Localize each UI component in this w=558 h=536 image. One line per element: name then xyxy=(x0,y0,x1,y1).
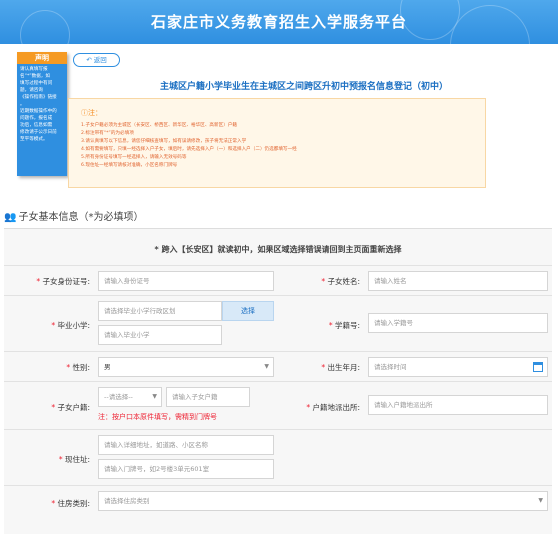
site-title: 石家庄市义务教育招生入学服务平台 xyxy=(150,13,407,31)
hukou-label: * 子女户籍: xyxy=(51,403,90,412)
notice-line: 请认真填写报 xyxy=(20,67,48,72)
child-name-input[interactable]: 请输入姓名 xyxy=(368,271,548,291)
tip-item: 1.子女户籍必须为主城区（长安区、桥西区、新华区、裕华区、高新区）户籍 xyxy=(81,123,237,128)
birth-label: * 出生年月: xyxy=(321,363,360,372)
housing-label: * 住房类别: xyxy=(51,499,90,508)
address-label: * 现住址: xyxy=(58,455,90,464)
school-select-button[interactable]: 选择 xyxy=(222,301,274,321)
hukou-warning: 注：按户口本原件填写，需精到门牌号 xyxy=(98,413,217,421)
student-no-label: * 学籍号: xyxy=(328,321,360,330)
form-row: * 现住址: 请输入详细地址，如道路、小区名称 请输入门牌号，如2号楼3单元60… xyxy=(4,429,552,485)
police-station-label: * 户籍地派出所: xyxy=(306,403,360,412)
calendar-icon[interactable] xyxy=(533,362,543,372)
notice-line: 《操作指南》链接 xyxy=(20,95,57,100)
gender-select[interactable]: 男 ▼ xyxy=(98,357,274,377)
notice-line: 问题作，报名成 xyxy=(20,116,53,121)
back-button-label: 返回 xyxy=(93,56,107,64)
form-row: * 子女户籍: --请选择-- ▼ 请输入子女户籍 注：按户口本原件填写，需精到门… xyxy=(4,381,552,429)
student-no-input[interactable]: 请输入学籍号 xyxy=(368,313,548,333)
form-row: * 子女身份证号: 请输入身份证号 * 子女姓名: 请输入姓名 xyxy=(4,265,552,295)
notice-line: 填写过程中有问 xyxy=(20,81,53,86)
tips-list: 1.子女户籍必须为主城区（长安区、桥西区、新华区、裕华区、高新区）户籍 2.标注带… xyxy=(81,122,297,170)
back-arrow-icon: ↶ xyxy=(86,56,94,64)
notice-line: 修改请于公示日前 xyxy=(20,130,57,135)
tip-item: 4.如有需要填写，只填一经选择入户子女，填后时，请先选择入户（一）和选择入户（二… xyxy=(81,147,297,152)
form-row: * 性别: 男 ▼ * 出生年月: 请选择时间 xyxy=(4,351,552,381)
section-title: 👥 子女基本信息（*为必填项） xyxy=(4,212,144,223)
tip-item: 5.所有身份证号填写一经选择入，请输入无效号码等 xyxy=(81,155,187,160)
district-notice: * 跨入【长安区】就读初中，如果区域选择错误请回到主页面重新选择 xyxy=(154,245,402,254)
notice-line: 近期数据操作中的 xyxy=(20,109,57,114)
form-row: * 毕业小学: 请选择毕业小学行政区划 选择 请输入毕业小学 * 学籍号: 请输… xyxy=(4,295,552,351)
address-input[interactable]: 请输入详细地址，如道路、小区名称 xyxy=(98,435,274,455)
police-station-input[interactable]: 请输入户籍地派出所 xyxy=(368,395,548,415)
user-group-icon: 👥 xyxy=(4,212,17,223)
notice-body: 请认真填写报 名“*”数据，如 填写过程中有问 题，请咨询《操作指南》链接。近期数据操… xyxy=(17,64,67,145)
header-banner: 石家庄市义务教育招生入学服务平台 xyxy=(0,0,558,85)
notice-panel: 声明 请认真填写报 名“*”数据，如 填写过程中有问 题，请咨询《操作指南》链接。近期… xyxy=(17,52,67,176)
chevron-down-icon: ▼ xyxy=(264,363,269,370)
tips-box: ⓘ注： 1.子女户籍必须为主城区（长安区、桥西区、新华区、裕华区、高新区）户籍 2… xyxy=(68,98,486,188)
child-name-label: * 子女姓名: xyxy=(321,277,360,286)
gender-label: * 性别: xyxy=(66,363,90,372)
tip-item: 6.现住址一经填写请核对准确，小区名称门牌号 xyxy=(81,163,178,168)
notice-line: 功后，信息如需 xyxy=(20,123,53,128)
notice-line: 题，请咨询 xyxy=(20,88,43,93)
form-title: 主城区户籍小学毕业生在主城区之间跨区升初中预报名信息登记（初中） xyxy=(159,82,448,92)
id-number-label: * 子女身份证号: xyxy=(36,277,90,286)
hukou-province-select[interactable]: --请选择-- ▼ xyxy=(98,387,162,407)
birth-date-input[interactable]: 请选择时间 xyxy=(368,357,548,377)
tip-item: 3.请认真填写以下信息，请您仔细核查填写，如有误请修改，孩子将无法正常入学 xyxy=(81,139,247,144)
form-row: * 住房类别: 请选择住房类别 ▼ xyxy=(4,485,552,519)
hukou-input[interactable]: 请输入子女户籍 xyxy=(166,387,250,407)
school-name-input[interactable]: 请输入毕业小学 xyxy=(98,325,222,345)
notice-heading: 声明 xyxy=(17,52,67,64)
back-button[interactable]: ↶ 返回 xyxy=(73,53,120,67)
primary-school-label: * 毕业小学: xyxy=(51,321,90,330)
chevron-down-icon: ▼ xyxy=(538,497,543,504)
notice-line: 名“*”数据，如 xyxy=(20,74,51,79)
student-info-form: * 跨入【长安区】就读初中，如果区域选择错误请回到主页面重新选择 * 子女身份证… xyxy=(4,228,552,534)
info-icon: ⓘ xyxy=(81,109,88,117)
notice-line: 至平等模式。 xyxy=(20,137,48,142)
school-district-input[interactable]: 请选择毕业小学行政区划 xyxy=(98,301,222,321)
house-number-input[interactable]: 请输入门牌号，如2号楼3单元601室 xyxy=(98,459,274,479)
tips-heading: ⓘ注： xyxy=(81,109,102,117)
tip-item: 2.标注带有“*”的为必填项 xyxy=(81,131,134,136)
chevron-down-icon: ▼ xyxy=(152,393,157,400)
id-number-input[interactable]: 请输入身份证号 xyxy=(98,271,274,291)
housing-select[interactable]: 请选择住房类别 ▼ xyxy=(98,491,548,511)
notice-line: 。 xyxy=(20,102,25,107)
